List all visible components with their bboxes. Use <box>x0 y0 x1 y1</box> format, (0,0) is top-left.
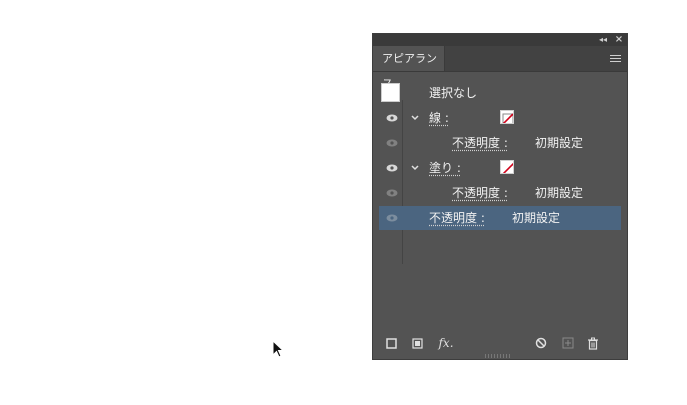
selection-label: 選択なし <box>429 86 478 100</box>
panel-footer: fx. <box>373 335 627 351</box>
stroke-label[interactable]: 線 : <box>429 106 449 130</box>
delete-item-icon[interactable] <box>585 335 601 351</box>
tab-appearance[interactable]: アピアランス <box>373 46 445 90</box>
opacity-label[interactable]: 不透明度 : <box>452 131 508 155</box>
fill-label[interactable]: 塗り : <box>429 156 461 180</box>
opacity-value: 初期設定 <box>535 136 584 150</box>
appearance-panel: ◂◂ × アピアランス 選択なし 線 : 不透明度 : 初期設定 <box>372 33 628 360</box>
fill-opacity-row[interactable]: 不透明度 : 初期設定 <box>379 181 621 205</box>
mouse-cursor-icon <box>272 340 285 358</box>
chevron-down-icon[interactable] <box>409 162 421 174</box>
visibility-eye-icon[interactable] <box>379 181 405 205</box>
close-icon[interactable]: × <box>613 34 625 46</box>
collapse-icon[interactable]: ◂◂ <box>597 34 609 46</box>
visibility-eye-icon[interactable] <box>379 131 405 155</box>
panel-titlebar[interactable]: ◂◂ × <box>373 34 627 46</box>
opacity-value: 初期設定 <box>535 186 584 200</box>
fx-icon[interactable]: fx. <box>435 335 457 351</box>
tab-bar: アピアランス <box>373 46 627 90</box>
resize-grip[interactable] <box>485 354 511 358</box>
opacity-label[interactable]: 不透明度 : <box>452 181 508 205</box>
panel-menu-icon[interactable] <box>610 55 621 63</box>
visibility-eye-icon[interactable] <box>379 106 405 130</box>
clear-appearance-icon[interactable] <box>533 335 549 351</box>
fill-swatch[interactable] <box>500 160 514 174</box>
opacity-label[interactable]: 不透明度 : <box>429 206 485 230</box>
opacity-value: 初期設定 <box>512 211 561 225</box>
stroke-swatch[interactable] <box>500 110 514 124</box>
stroke-opacity-row[interactable]: 不透明度 : 初期設定 <box>379 131 621 155</box>
duplicate-item-icon[interactable] <box>560 335 576 351</box>
chevron-down-icon[interactable] <box>409 112 421 124</box>
new-fill-icon[interactable] <box>409 335 425 351</box>
stroke-row[interactable]: 線 : <box>379 106 621 130</box>
fill-row[interactable]: 塗り : <box>379 156 621 180</box>
visibility-eye-icon[interactable] <box>379 156 405 180</box>
visibility-eye-icon[interactable] <box>379 206 405 230</box>
selection-thumbnail <box>381 83 400 102</box>
object-opacity-row[interactable]: 不透明度 : 初期設定 <box>379 206 621 230</box>
new-stroke-icon[interactable] <box>383 335 399 351</box>
